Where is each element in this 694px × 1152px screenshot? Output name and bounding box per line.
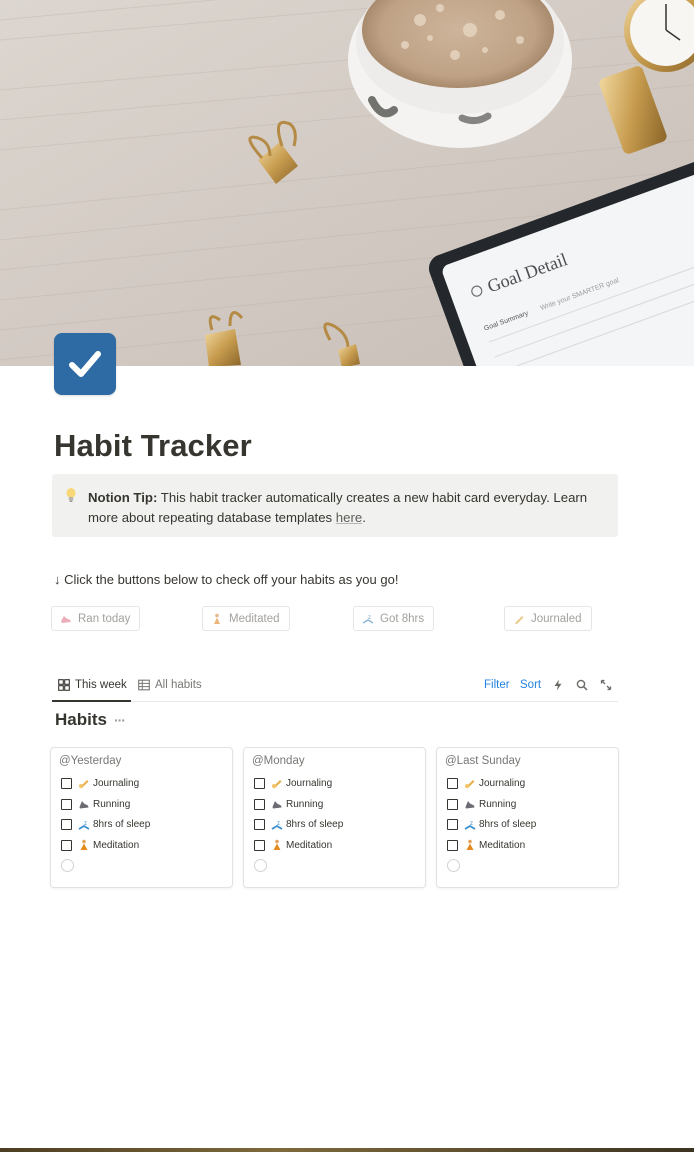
running-shoe-icon	[272, 801, 282, 809]
meditated-button[interactable]: Meditated	[202, 606, 290, 631]
habit-checkbox[interactable]	[447, 819, 458, 831]
habit-checkbox[interactable]	[61, 777, 72, 789]
instruction-text: ↓ Click the buttons below to check off y…	[54, 572, 399, 587]
habit-row: Running	[252, 794, 425, 815]
templates-help-link[interactable]: here	[336, 510, 362, 525]
running-shoe-icon	[79, 801, 89, 809]
filter-button[interactable]: Filter	[484, 679, 510, 691]
database-title-text[interactable]: Habits	[55, 710, 107, 730]
habit-row: Journaling	[445, 773, 618, 794]
card-title: @Monday	[252, 755, 305, 767]
habit-label: 8hrs of sleep	[93, 819, 151, 831]
running-shoe-icon	[465, 801, 475, 809]
lightbulb-icon	[66, 488, 76, 502]
sleep-icon: z	[271, 821, 283, 830]
habit-label: Running	[93, 798, 131, 810]
button-label: Got 8hrs	[380, 612, 425, 625]
loading-icon	[447, 858, 460, 872]
search-icon[interactable]	[576, 679, 588, 691]
sleep-icon: z	[464, 821, 476, 830]
button-label: Ran today	[78, 612, 131, 625]
habit-card[interactable]: @Monday Journaling Running z 8hrs of sle…	[243, 747, 426, 888]
tab-label: This week	[75, 679, 127, 691]
svg-text:z: z	[277, 821, 280, 827]
habit-checkbox[interactable]	[254, 798, 265, 810]
habit-checkbox[interactable]	[61, 798, 72, 810]
habit-checkbox[interactable]	[254, 819, 265, 831]
habit-label: 8hrs of sleep	[286, 819, 344, 831]
habit-card[interactable]: @Yesterday Journaling Running z 8hrs of …	[50, 747, 233, 888]
button-label: Journaled	[531, 612, 582, 625]
card-title: @Last Sunday	[445, 755, 521, 767]
habit-label: Journaling	[286, 777, 333, 789]
habit-label: Running	[286, 798, 324, 810]
page-title[interactable]: Habit Tracker	[54, 428, 252, 464]
habit-checkbox[interactable]	[447, 777, 458, 789]
view-tabs-bar: This week All habits Filter Sort	[52, 676, 618, 702]
habit-label: 8hrs of sleep	[479, 819, 537, 831]
habit-row: Meditation	[59, 835, 232, 856]
meditation-icon	[214, 613, 220, 624]
lightning-icon[interactable]	[552, 679, 564, 691]
tab-label: All habits	[155, 679, 202, 691]
habit-row: Journaling	[59, 773, 232, 794]
journaled-button[interactable]: Journaled	[504, 606, 592, 631]
ran-today-button[interactable]: Ran today	[51, 606, 141, 631]
button-label: Meditated	[229, 612, 280, 625]
card-title: @Yesterday	[59, 755, 122, 767]
habit-label: Meditation	[286, 839, 333, 851]
meditation-icon	[273, 840, 281, 851]
callout-bold-label: Notion Tip:	[88, 490, 158, 505]
habit-label: Meditation	[93, 839, 140, 851]
sleep-icon: z	[362, 615, 374, 624]
habit-row: Journaling	[252, 773, 425, 794]
tab-all-habits[interactable]: All habits	[138, 679, 202, 691]
habit-label: Running	[479, 798, 517, 810]
database-title: Habits ···	[55, 710, 126, 730]
active-tab-underline	[52, 700, 131, 702]
writing-hand-icon	[465, 780, 475, 789]
habit-checkbox[interactable]	[61, 819, 72, 831]
meditation-icon	[80, 840, 88, 851]
habit-row: Meditation	[252, 835, 425, 856]
habit-label: Meditation	[479, 839, 526, 851]
meditation-icon	[466, 840, 474, 851]
habit-checkbox[interactable]	[254, 839, 265, 851]
more-options-icon[interactable]: ···	[114, 712, 126, 728]
habit-row: z 8hrs of sleep	[252, 814, 425, 835]
checkbox-icon[interactable]	[54, 333, 116, 395]
svg-text:z: z	[470, 821, 473, 827]
habit-checkbox[interactable]	[254, 777, 265, 789]
writing-hand-icon	[79, 780, 89, 789]
svg-text:z: z	[368, 615, 371, 621]
loading-icon	[61, 858, 74, 872]
habit-checkbox[interactable]	[61, 839, 72, 851]
running-shoe-icon	[61, 615, 71, 623]
tab-this-week[interactable]: This week	[58, 679, 127, 691]
habit-checkbox[interactable]	[447, 798, 458, 810]
habit-row: z 8hrs of sleep	[59, 814, 232, 835]
svg-text:z: z	[84, 821, 87, 827]
habit-row: z 8hrs of sleep	[445, 814, 618, 835]
got-8hrs-button[interactable]: z Got 8hrs	[353, 606, 435, 631]
habit-card[interactable]: @Last Sunday Journaling Running z 8hrs o…	[436, 747, 619, 888]
bottom-image-strip	[0, 1148, 694, 1152]
cover-image: Goal Detail Goal Summary Write your SMAR…	[0, 0, 694, 366]
habit-label: Journaling	[479, 777, 526, 789]
habit-row: Running	[59, 794, 232, 815]
expand-icon[interactable]	[600, 679, 612, 691]
sleep-icon: z	[78, 821, 90, 830]
habit-row: Running	[445, 794, 618, 815]
sort-button[interactable]: Sort	[520, 679, 541, 691]
notion-tip-callout: Notion Tip: This habit tracker automatic…	[52, 474, 618, 537]
habit-checkbox[interactable]	[447, 839, 458, 851]
habit-row: Meditation	[445, 835, 618, 856]
table-icon	[138, 679, 150, 691]
callout-end: .	[362, 510, 366, 525]
writing-hand-icon	[272, 780, 282, 789]
gallery-icon	[58, 679, 70, 691]
habit-label: Journaling	[93, 777, 140, 789]
loading-icon	[254, 858, 267, 872]
writing-hand-icon	[515, 615, 524, 624]
